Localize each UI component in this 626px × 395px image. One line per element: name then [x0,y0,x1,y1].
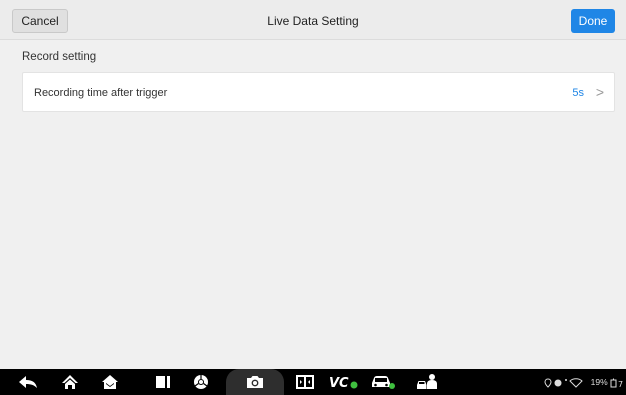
chrome-icon[interactable] [188,369,214,395]
car-icon[interactable] [366,369,400,395]
cancel-button[interactable]: Cancel [12,9,68,33]
chevron-right-icon: > [595,84,604,100]
battery-percent: 19% [590,377,608,387]
autel-home-icon[interactable] [96,369,124,395]
svg-text:VC: VC [329,376,349,390]
row-value: 5s [572,87,584,99]
page-title: Live Data Setting [267,14,359,28]
row-label: Recording time after trigger [34,87,168,99]
home-icon[interactable] [56,369,84,395]
back-icon[interactable] [14,369,42,395]
recent-apps-icon[interactable] [150,369,176,395]
header-bar: Live Data Setting Cancel Done [0,0,626,40]
navigation-bar: VC 19% 7 [0,369,626,395]
svg-text:7: 7 [618,380,623,388]
vci-icon[interactable]: VC [326,369,362,395]
camera-icon[interactable] [241,369,269,395]
recording-time-row[interactable]: Recording time after trigger 5s > [22,72,615,112]
display-icon[interactable] [291,369,319,395]
section-label: Record setting [22,51,97,63]
done-button[interactable]: Done [571,9,615,33]
status-area: 19% 7 [544,369,624,395]
car-service-icon[interactable] [412,369,444,395]
